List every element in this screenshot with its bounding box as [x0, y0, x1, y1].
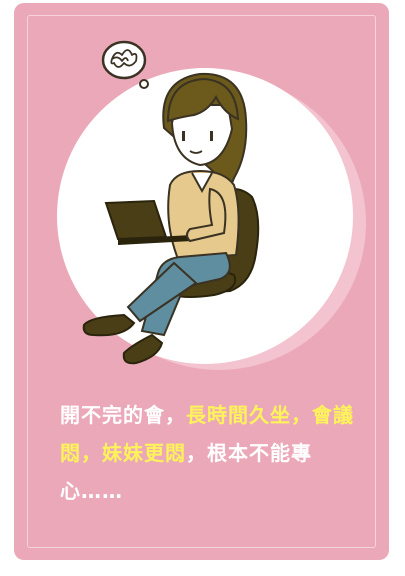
info-card: 開不完的會，長時間久坐，會議悶，妹妹更悶，根本不能專心…… [14, 3, 389, 560]
illustration [57, 40, 366, 370]
caption-highlight-1: 長時間久坐， [186, 403, 312, 427]
caption-part-1: 開不完的會， [60, 403, 186, 427]
scribble-thought-bubble-icon [101, 40, 149, 89]
caption-text: 開不完的會，長時間久坐，會議悶，妹妹更悶，根本不能專心…… [60, 396, 370, 510]
